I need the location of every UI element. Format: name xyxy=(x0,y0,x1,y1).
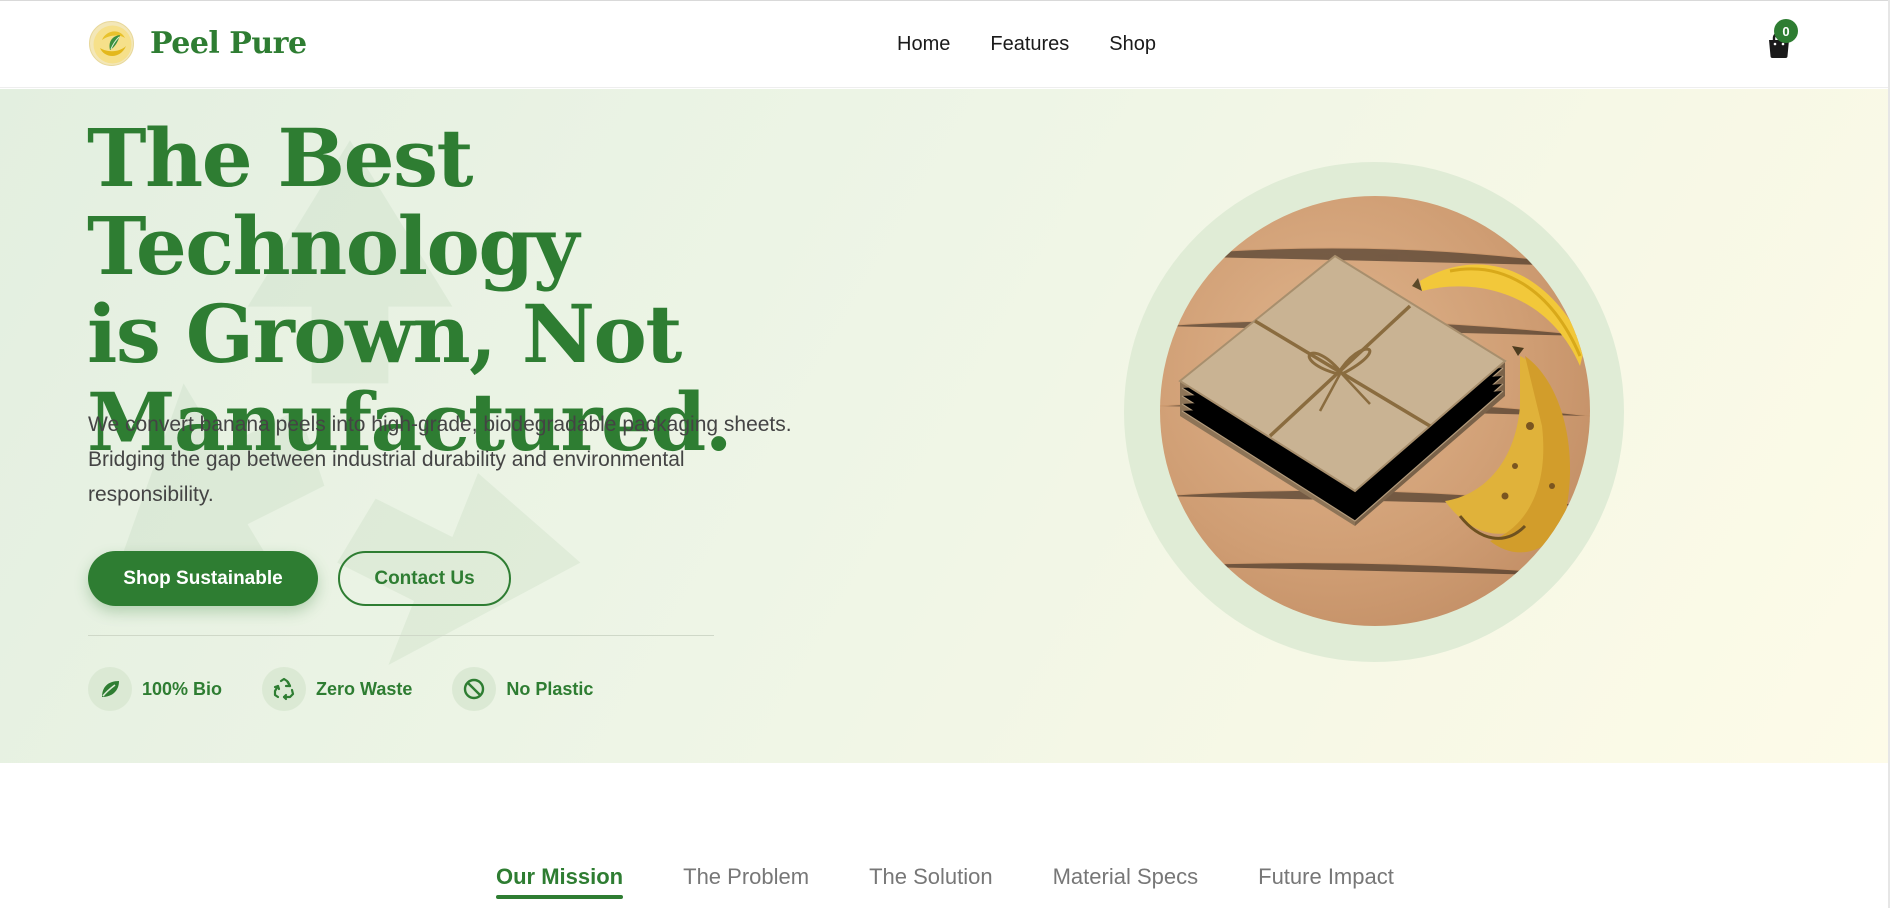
contact-us-button[interactable]: Contact Us xyxy=(338,551,511,606)
cart-count-badge: 0 xyxy=(1774,19,1798,43)
no-symbol-icon xyxy=(452,667,497,711)
feature-no-plastic: No Plastic xyxy=(452,667,593,711)
tab-the-solution[interactable]: The Solution xyxy=(869,864,993,898)
brand-name: Peel Pure xyxy=(150,26,307,61)
feature-no-plastic-label: No Plastic xyxy=(506,678,594,699)
hero-description-line-1: We convert banana peels into high-grade,… xyxy=(88,413,792,436)
site-header: Peel Pure Home Features Shop 0 xyxy=(0,0,1888,88)
hero-description: We convert banana peels into high-grade,… xyxy=(88,407,848,512)
feature-zero-waste-label: Zero Waste xyxy=(316,678,413,699)
tab-the-problem[interactable]: The Problem xyxy=(683,864,809,898)
section-tabs: Our Mission The Problem The Solution Mat… xyxy=(496,864,1394,899)
tab-our-mission[interactable]: Our Mission xyxy=(496,864,624,899)
hero-section: The Best Technology is Grown, Not Manufa… xyxy=(0,89,1888,763)
brand-logo[interactable]: Peel Pure xyxy=(89,21,307,66)
hero-title-line-2: is Grown, Not xyxy=(87,287,682,381)
leaf-icon xyxy=(88,667,132,711)
hero-description-line-3: responsibility. xyxy=(88,483,214,506)
hero-feature-list: 100% Bio Zero Waste No Plastic xyxy=(88,667,633,711)
hero-divider xyxy=(88,635,714,636)
tab-future-impact[interactable]: Future Impact xyxy=(1258,864,1394,898)
hero-description-line-2: Bridging the gap between industrial dura… xyxy=(88,448,685,471)
nav-home[interactable]: Home xyxy=(897,33,950,56)
paper-stack-banana-illustration xyxy=(1160,247,1590,577)
feature-zero-waste: Zero Waste xyxy=(262,667,412,711)
hero-title-line-1: The Best Technology xyxy=(87,111,579,293)
nav-features[interactable]: Features xyxy=(990,33,1069,56)
main-nav: Home Features Shop xyxy=(897,33,1156,56)
banana-leaf-logo-icon xyxy=(89,21,134,66)
tab-material-specs[interactable]: Material Specs xyxy=(1053,864,1199,898)
recycle-icon xyxy=(262,667,307,711)
shop-sustainable-button[interactable]: Shop Sustainable xyxy=(88,551,318,606)
feature-bio: 100% Bio xyxy=(88,667,222,711)
hero-product-image xyxy=(1160,196,1590,626)
feature-bio-label: 100% Bio xyxy=(142,678,223,699)
nav-shop[interactable]: Shop xyxy=(1109,33,1156,56)
